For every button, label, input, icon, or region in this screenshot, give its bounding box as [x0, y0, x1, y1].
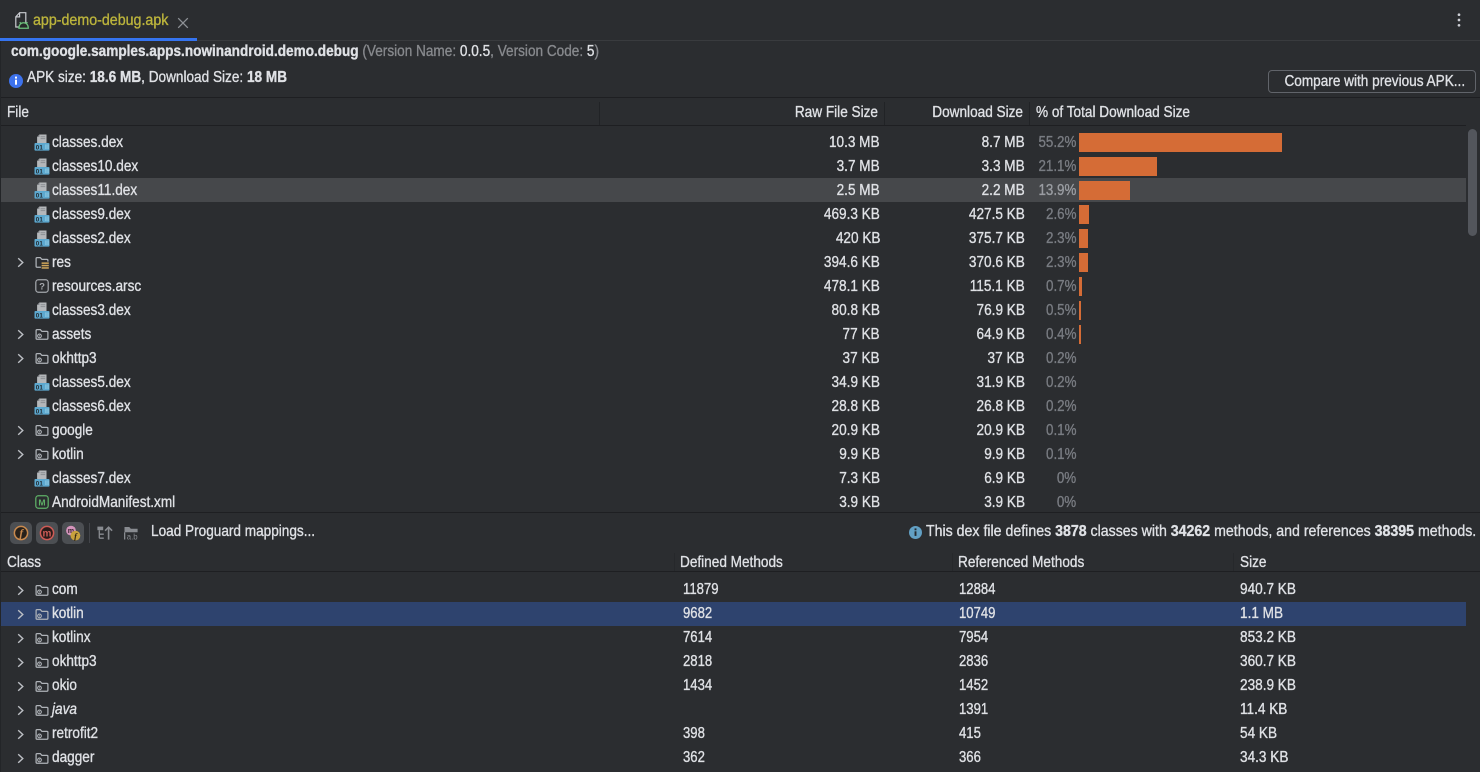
svg-text:01: 01	[36, 384, 44, 391]
svg-text:01: 01	[36, 240, 44, 247]
svg-text:01: 01	[36, 408, 44, 415]
svg-text:?: ?	[39, 282, 45, 293]
svg-text:a.b: a.b	[127, 532, 139, 541]
svg-text:m: m	[43, 529, 52, 540]
svg-text:01: 01	[36, 168, 44, 175]
svg-text:01: 01	[36, 216, 44, 223]
svg-text:01: 01	[36, 144, 44, 151]
svg-text:M: M	[38, 497, 45, 507]
svg-text:01: 01	[36, 192, 44, 199]
svg-text:01: 01	[36, 312, 44, 319]
svg-text:01: 01	[36, 480, 44, 487]
